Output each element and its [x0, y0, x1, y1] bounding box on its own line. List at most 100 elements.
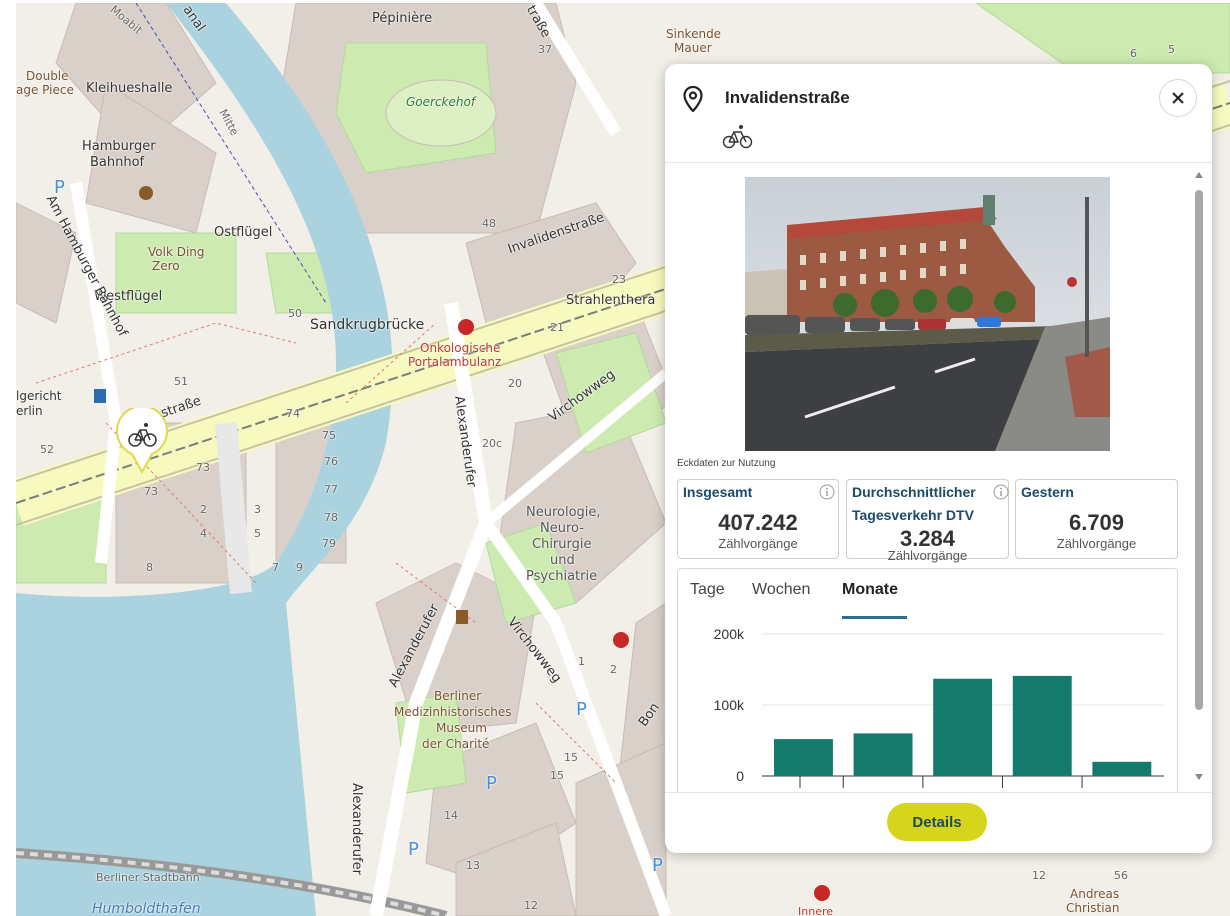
map-label: Psychiatrie — [526, 569, 598, 584]
map-label: lgericht — [16, 389, 62, 403]
map-label: Sinkende — [666, 27, 722, 41]
map-label: 21 — [550, 321, 564, 334]
map-label: 48 — [482, 217, 496, 230]
tab-days[interactable]: Tage — [690, 581, 725, 599]
stat-unit: Zählvorgänge — [1056, 536, 1137, 551]
map-label: Sandkrugbrücke — [310, 317, 425, 333]
chart-card: Tage Wochen Monate 200k 100k 0 — [677, 568, 1178, 792]
map-label: 12 — [1032, 869, 1046, 882]
panel-footer: Details — [665, 792, 1212, 853]
map-label: 76 — [324, 455, 338, 468]
map-label: Mauer — [674, 41, 712, 55]
map-label: 4 — [200, 527, 207, 540]
chart-bar[interactable] — [774, 739, 833, 776]
map-label: 74 — [286, 407, 300, 420]
map-label: 51 — [174, 375, 188, 388]
map-label: Humboldthafen — [92, 901, 201, 916]
parking-icon: P — [652, 855, 663, 876]
tab-weeks[interactable]: Wochen — [752, 581, 810, 599]
tab-months[interactable]: Monate — [842, 581, 898, 599]
panel-scrollbar[interactable] — [1192, 168, 1206, 788]
parking-icon: P — [486, 773, 497, 794]
station-detail-panel: Invalidenstraße Eckdaten zur Nutzung Ins… — [665, 64, 1212, 853]
stat-unit: Zählvorgänge — [887, 548, 968, 563]
map-label: Alexanderufer — [349, 783, 364, 875]
map-label: erlin — [16, 404, 43, 418]
map-label: 20 — [508, 377, 522, 390]
map-label: Innere — [798, 905, 834, 916]
map-label: 37 — [538, 43, 552, 56]
active-tab-indicator — [842, 616, 907, 619]
map-label: 52 — [40, 443, 54, 456]
map-label: 56 — [1114, 869, 1128, 882]
map-label: 15 — [550, 769, 564, 782]
close-button[interactable] — [1159, 79, 1197, 117]
info-icon[interactable] — [819, 484, 835, 500]
stat-value: 6.709 — [1068, 510, 1125, 535]
chart-bar[interactable] — [1012, 675, 1072, 776]
close-icon — [1172, 92, 1184, 104]
map-label: Neuro- — [540, 521, 584, 536]
monthly-bar-chart: 200k 100k 0 — [714, 626, 1164, 788]
map-label: 7 — [272, 561, 279, 574]
map-label: Hamburger — [82, 139, 156, 154]
map-label: Volk Ding — [148, 245, 205, 259]
stat-label: Gestern — [1021, 484, 1074, 500]
map-label: Berliner Stadtbahn — [96, 871, 200, 884]
map-label: Ostflügel — [214, 225, 273, 240]
map-label: 1 — [578, 655, 585, 668]
map-label: 78 — [324, 511, 338, 524]
map-label: 77 — [324, 483, 338, 496]
map-label: 20c — [482, 437, 503, 450]
stat-card-dtv: Durchschnittlicher Tagesverkehr DTV 3.28… — [846, 479, 1009, 563]
stat-value: 407.242 — [718, 510, 798, 535]
stat-label: Insgesamt — [683, 484, 753, 500]
parking-icon: P — [408, 839, 419, 860]
stat-label: Durchschnittlicher — [852, 484, 976, 500]
map-label: Christian — [1066, 901, 1120, 915]
map-label: Chirurgie — [532, 537, 592, 552]
map-label: 50 — [288, 307, 302, 320]
map-label: 13 — [466, 859, 480, 872]
parking-icon: P — [576, 699, 587, 720]
map-label: 2 — [610, 663, 617, 676]
map-label: 6 — [1130, 47, 1137, 60]
station-photo — [745, 177, 1110, 451]
map-label: 75 — [322, 429, 336, 442]
panel-content[interactable]: Eckdaten zur Nutzung Insgesamt 407.242 Z… — [665, 162, 1212, 792]
map-label: 5 — [1168, 43, 1175, 56]
map-label: 73 — [196, 461, 210, 474]
map-label: Neurologie, — [526, 505, 601, 520]
chart-bar[interactable] — [1092, 761, 1152, 776]
map-label: 2 — [200, 503, 207, 516]
stat-card-yesterday: Gestern 6.709 Zählvorgänge — [1015, 479, 1178, 559]
map-label: Medizinhistorisches — [394, 705, 512, 719]
map-label: Bahnhof — [90, 155, 145, 170]
panel-header: Invalidenstraße — [665, 64, 1212, 163]
details-button[interactable]: Details — [887, 803, 987, 841]
bicycle-pin-icon — [116, 405, 168, 475]
map-label: Pépinière — [372, 11, 433, 26]
map-label: 15 — [564, 751, 578, 764]
map-label: 14 — [444, 809, 458, 822]
chart-bar[interactable] — [933, 678, 993, 776]
map-label: Kleihueshalle — [86, 81, 173, 96]
map-label: und — [550, 553, 575, 568]
y-tick-label: 100k — [714, 697, 745, 713]
map-label: Andreas — [1070, 887, 1120, 901]
map-label: Double — [26, 69, 69, 83]
panel-title: Invalidenstraße — [725, 88, 850, 107]
counter-station-marker[interactable] — [114, 405, 170, 476]
bicycle-icon — [722, 125, 753, 149]
map-label: der Charité — [422, 737, 490, 751]
map-label: Onkologische — [420, 341, 501, 355]
chart-bar[interactable] — [853, 733, 913, 776]
stat-label: Tagesverkehr DTV — [852, 507, 974, 523]
map-label: Portalambulanz — [408, 355, 502, 369]
map-label: Strahlenthera — [566, 293, 656, 308]
map-label: 73 — [144, 485, 158, 498]
y-tick-label: 0 — [736, 768, 744, 784]
map-label: 5 — [254, 527, 261, 540]
info-icon[interactable] — [993, 484, 1009, 500]
map-label: 23 — [612, 273, 626, 286]
